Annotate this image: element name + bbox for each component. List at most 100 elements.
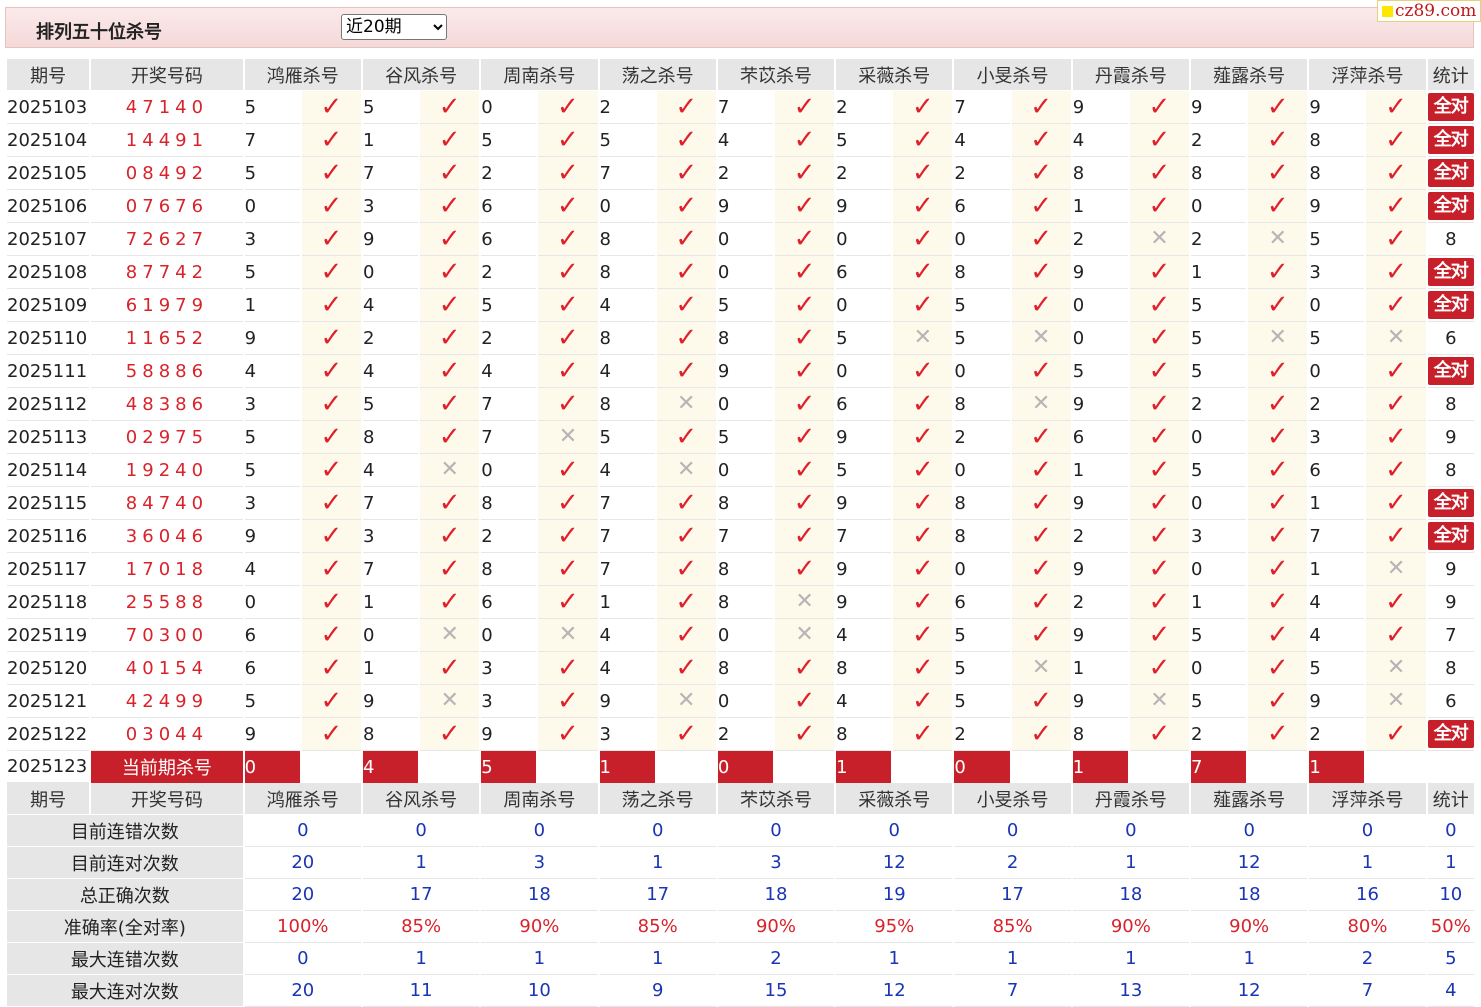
kill-number-cell: 0 [954, 454, 1010, 487]
result-mark-cell: ✕ [420, 685, 480, 718]
result-mark-cell: ✓ [1011, 91, 1071, 124]
result-mark-cell: ✓ [893, 223, 953, 256]
issue-cell: 2025106 [7, 190, 90, 223]
result-mark-cell: ✓ [538, 487, 598, 520]
result-mark-cell: ✓ [893, 421, 953, 454]
summary-value: 18 [717, 879, 835, 911]
check-icon: ✓ [438, 323, 461, 353]
kill-number-cell: 5 [244, 421, 300, 454]
result-mark-cell: ✓ [420, 520, 480, 553]
result-mark-cell: ✓ [538, 718, 598, 751]
result-mark-cell: ✓ [893, 124, 953, 157]
check-icon: ✓ [1385, 521, 1407, 551]
result-mark-cell: ✓ [774, 322, 835, 355]
stat-cell: 全对 [1427, 157, 1474, 190]
summary-value: 18 [1072, 879, 1190, 911]
check-icon: ✓ [793, 653, 816, 683]
result-mark-cell: ✕ [656, 685, 716, 718]
kill-number-cell: 2 [1191, 124, 1247, 157]
result-mark-cell: ✓ [1129, 388, 1190, 421]
check-icon: ✓ [557, 290, 579, 320]
kill-number-cell: 5 [954, 685, 1010, 718]
result-mark-cell: ✓ [420, 322, 480, 355]
summary-value: 0 [1191, 815, 1308, 847]
result-mark-cell: ✓ [1011, 223, 1071, 256]
check-icon: ✓ [911, 719, 934, 749]
current-kill-spacer [1129, 751, 1190, 783]
kill-number-cell: 1 [1072, 454, 1128, 487]
site-logo[interactable]: cz89.com [1377, 0, 1481, 22]
result-mark-cell: ✓ [538, 322, 598, 355]
cross-icon: ✕ [440, 457, 459, 482]
cross-icon: ✕ [1031, 655, 1051, 680]
cross-icon: ✕ [1268, 325, 1287, 350]
check-icon: ✓ [911, 521, 934, 551]
check-icon: ✓ [557, 92, 579, 122]
kill-number-cell: 0 [954, 553, 1010, 586]
kill-number-cell: 0 [717, 256, 773, 289]
cross-icon: ✕ [1386, 688, 1406, 713]
stat-cell: 全对 [1427, 520, 1474, 553]
column-header-draw: 开奖号码 [91, 783, 243, 815]
check-icon: ✓ [557, 455, 579, 485]
kill-number-cell: 1 [599, 586, 655, 619]
check-icon: ✓ [675, 488, 698, 518]
logo-text: cz89.com [1395, 1, 1477, 21]
result-mark-cell: ✓ [1248, 553, 1308, 586]
kill-number-cell: 0 [362, 619, 419, 652]
table-row: 2025107 72627 3 ✓ 9 ✓ 6 ✓ 8 ✓ 0 ✓ 0 ✓ 0 ✓ 2 ✕ 2 ✕ 5 ✓ 8 [7, 223, 1474, 256]
kill-number-cell: 0 [1072, 322, 1128, 355]
all-correct-badge: 全对 [1427, 93, 1474, 121]
check-icon: ✓ [911, 92, 934, 122]
period-select[interactable]: 近20期 [341, 14, 447, 40]
kill-number-cell: 8 [599, 223, 655, 256]
check-icon: ✓ [320, 521, 343, 551]
kill-number-cell: 5 [244, 454, 300, 487]
issue-cell: 2025115 [7, 487, 90, 520]
kill-number-cell: 9 [717, 355, 773, 388]
kill-number-cell: 7 [599, 520, 655, 553]
current-kill-spacer [1248, 751, 1308, 783]
result-mark-cell: ✓ [656, 421, 716, 454]
kill-number-cell: 3 [244, 487, 300, 520]
kill-number-cell: 5 [244, 157, 300, 190]
kill-number-cell: 2 [836, 157, 892, 190]
summary-value: 2 [1309, 943, 1426, 975]
result-mark-cell: ✓ [420, 487, 480, 520]
cross-icon: ✕ [440, 622, 459, 647]
column-header-expert: 周南杀号 [481, 783, 598, 815]
result-mark-cell: ✓ [538, 124, 598, 157]
summary-value: 17 [954, 879, 1071, 911]
table-row: 2025121 42499 5 ✓ 9 ✕ 3 ✓ 9 ✕ 0 ✓ 4 ✓ 5 ✓ 9 ✕ 5 ✓ 9 ✕ 6 [7, 685, 1474, 718]
summary-value: 0 [244, 815, 361, 847]
column-header-expert: 小旻杀号 [954, 59, 1071, 91]
stat-value: 6 [1445, 690, 1457, 712]
cross-icon: ✕ [1386, 325, 1406, 350]
kill-number-cell: 3 [1191, 520, 1247, 553]
result-mark-cell: ✓ [420, 388, 480, 421]
stat-cell: 全对 [1427, 487, 1474, 520]
result-mark-cell: ✓ [420, 718, 480, 751]
column-header-expert: 鸿雁杀号 [244, 783, 361, 815]
check-icon: ✓ [1030, 125, 1053, 155]
summary-value: 90% [1191, 911, 1308, 943]
kill-number-cell: 5 [244, 91, 300, 124]
result-mark-cell: ✓ [1248, 256, 1308, 289]
kill-number-cell: 4 [362, 355, 419, 388]
result-mark-cell: ✓ [1248, 586, 1308, 619]
summary-value: 7 [954, 975, 1071, 1007]
check-icon: ✓ [1148, 620, 1171, 650]
check-icon: ✓ [1148, 653, 1171, 683]
check-icon: ✓ [438, 191, 461, 221]
result-mark-cell: ✓ [656, 289, 716, 322]
check-icon: ✓ [675, 554, 698, 584]
result-mark-cell: ✓ [774, 256, 835, 289]
result-mark-cell: ✓ [1129, 289, 1190, 322]
table-row: 2025112 48386 3 ✓ 5 ✓ 7 ✓ 8 ✕ 0 ✓ 6 ✓ 8 ✕ 9 ✓ 2 ✓ 2 ✓ 8 [7, 388, 1474, 421]
summary-value: 1 [362, 847, 480, 879]
stat-value: 8 [1445, 657, 1457, 679]
result-mark-cell: ✓ [893, 652, 953, 685]
result-mark-cell: ✓ [893, 355, 953, 388]
check-icon: ✓ [911, 158, 934, 188]
kill-number-cell: 5 [1072, 355, 1128, 388]
